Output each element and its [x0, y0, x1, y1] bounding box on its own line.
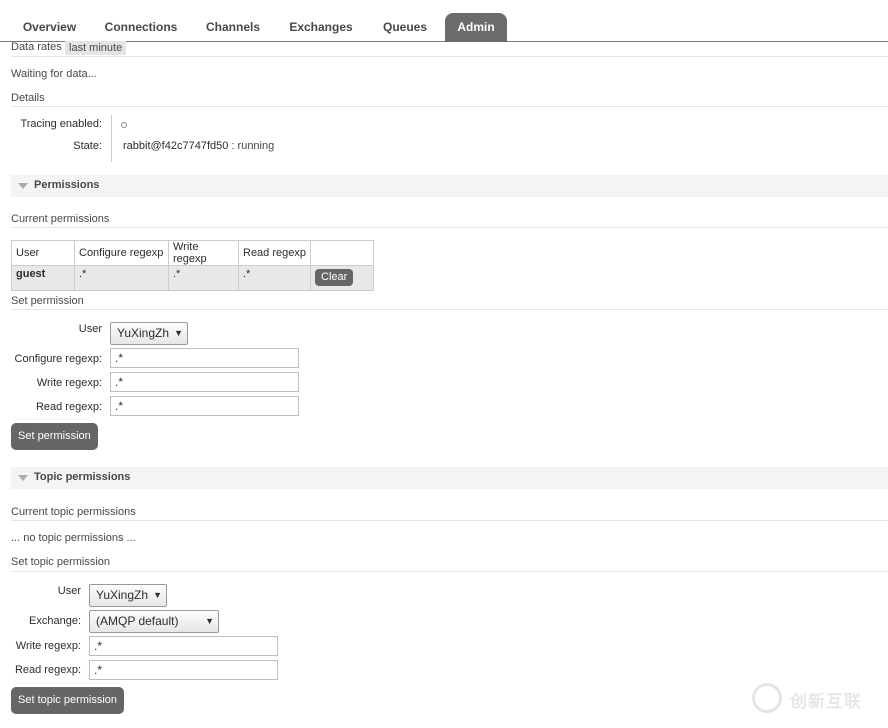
topic-user-select[interactable]: YuXingZh ▼: [89, 584, 167, 607]
cell-user: guest: [11, 265, 75, 291]
divider: [11, 520, 888, 521]
cell-write: .*: [168, 265, 239, 291]
topic-read-regexp-input[interactable]: [89, 660, 278, 680]
state-label: State:: [73, 140, 102, 152]
tab-exchanges[interactable]: Exchanges: [282, 13, 360, 42]
cell-configure: .*: [74, 265, 169, 291]
write-regexp-label: Write regexp:: [36, 377, 102, 389]
data-rates-range[interactable]: last minute: [65, 41, 127, 55]
permissions-title: Permissions: [34, 179, 100, 191]
main-nav: Overview Connections Channels Exchanges …: [0, 0, 888, 42]
write-regexp-input[interactable]: [110, 372, 299, 392]
current-permissions-heading: Current permissions: [11, 213, 110, 225]
triangle-down-icon: ▼: [174, 328, 183, 338]
watermark-logo: 创新互联: [752, 683, 880, 713]
tracing-label: Tracing enabled:: [20, 118, 102, 130]
topic-read-regexp-label: Read regexp:: [14, 664, 81, 676]
configure-regexp-label: Configure regexp:: [14, 353, 102, 365]
topic-write-regexp-label: Write regexp:: [15, 640, 81, 652]
clear-permission-button[interactable]: Clear: [315, 269, 354, 286]
data-rates-label: Data rates: [11, 41, 62, 53]
tab-connections[interactable]: Connections: [96, 13, 186, 42]
details-divider: [111, 115, 112, 162]
tab-admin[interactable]: Admin: [445, 13, 507, 42]
state-value: rabbit@f42c7747fd50 : running: [123, 140, 274, 152]
cell-read: .*: [238, 265, 311, 291]
column-header-configure: Configure regexp: [74, 240, 169, 266]
set-topic-permission-button[interactable]: Set topic permission: [11, 687, 125, 714]
details-heading: Details: [11, 92, 45, 104]
waiting-text: Waiting for data...: [11, 68, 97, 80]
user-select[interactable]: YuXingZh ▼: [110, 322, 188, 345]
column-header-read: Read regexp: [238, 240, 311, 266]
topic-permissions-section-header[interactable]: Topic permissions: [11, 467, 888, 489]
read-regexp-input[interactable]: [110, 396, 299, 416]
exchange-label: Exchange:: [29, 615, 81, 627]
state-node: rabbit@f42c7747fd50: [123, 140, 229, 152]
read-regexp-label: Read regexp:: [35, 401, 102, 413]
column-header-write: Write regexp: [168, 240, 239, 266]
collapse-triangle-icon[interactable]: [18, 475, 28, 481]
triangle-down-icon: ▼: [205, 616, 214, 626]
column-header-action: [310, 240, 374, 266]
table-header-row: User Configure regexp Write regexp Read …: [11, 240, 374, 266]
topic-write-regexp-input[interactable]: [89, 636, 278, 656]
tab-overview[interactable]: Overview: [11, 13, 88, 42]
exchange-select-value: (AMQP default): [96, 614, 179, 628]
table-row: guest .* .* .* Clear: [11, 265, 374, 291]
set-permission-button[interactable]: Set permission: [11, 423, 98, 450]
current-topic-permissions-heading: Current topic permissions: [11, 506, 136, 518]
watermark-icon: [752, 683, 782, 713]
topic-permissions-title: Topic permissions: [34, 471, 131, 483]
divider: [11, 227, 888, 228]
column-header-user: User: [11, 240, 75, 266]
set-topic-permission-heading: Set topic permission: [11, 556, 111, 568]
cell-action: Clear: [310, 265, 374, 291]
user-label: User: [78, 323, 102, 335]
divider: [11, 309, 888, 310]
tab-channels[interactable]: Channels: [196, 13, 270, 42]
tracing-indicator-icon: [121, 122, 127, 128]
permissions-table: User Configure regexp Write regexp Read …: [11, 240, 374, 291]
permissions-section-header[interactable]: Permissions: [11, 175, 888, 197]
topic-user-select-value: YuXingZh: [96, 588, 149, 602]
divider: [11, 56, 888, 57]
set-permission-heading: Set permission: [11, 295, 84, 307]
collapse-triangle-icon[interactable]: [18, 183, 28, 189]
tab-queues[interactable]: Queues: [372, 13, 438, 42]
configure-regexp-input[interactable]: [110, 348, 299, 368]
topic-user-label: User: [57, 585, 81, 597]
divider: [11, 571, 888, 572]
no-topic-permissions-text: ... no topic permissions ...: [11, 532, 136, 544]
user-select-value: YuXingZh: [117, 326, 170, 340]
watermark-text: 创新互联: [790, 692, 862, 711]
divider: [11, 106, 888, 107]
state-status: : running: [231, 140, 275, 152]
exchange-select[interactable]: (AMQP default) ▼: [89, 610, 219, 633]
triangle-down-icon: ▼: [153, 590, 162, 600]
